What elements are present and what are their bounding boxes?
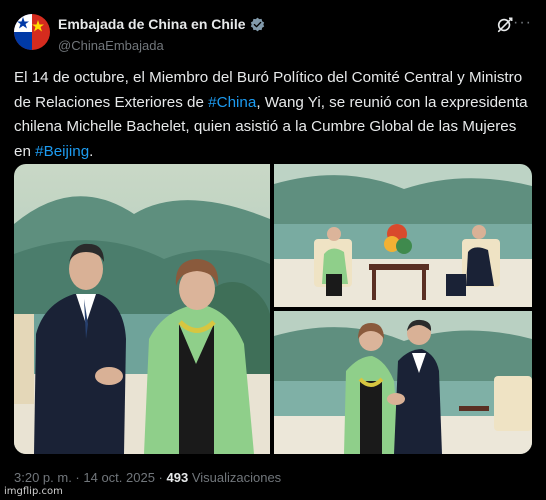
display-name-text: Embajada de China en Chile xyxy=(58,16,246,32)
tweet-date[interactable]: 14 oct. 2025 xyxy=(83,470,155,485)
views-label: Visualizaciones xyxy=(188,470,282,485)
grok-icon[interactable] xyxy=(496,16,514,34)
tweet-time[interactable]: 3:20 p. m. xyxy=(14,470,72,485)
photo-meeting-wide[interactable] xyxy=(274,164,532,307)
tweet-text-part3: . xyxy=(89,142,94,160)
meta-separator: · xyxy=(71,470,84,485)
tweet: Embajada de China en Chile @ChinaEmbajad… xyxy=(0,0,546,500)
verified-badge-icon xyxy=(250,17,264,31)
tweet-meta: 3:20 p. m. · 14 oct. 2025 · 493 Visualiz… xyxy=(14,470,281,485)
meta-separator: · xyxy=(154,470,167,485)
media-grid xyxy=(14,164,532,454)
tweet-header: Embajada de China en Chile @ChinaEmbajad… xyxy=(14,14,532,54)
more-options-icon[interactable]: ··· xyxy=(513,14,532,32)
hashtag-beijing[interactable]: #Beijing xyxy=(35,143,89,160)
photo-handshake[interactable] xyxy=(14,164,270,454)
avatar[interactable] xyxy=(14,14,50,50)
photo-handshake-close[interactable] xyxy=(274,311,532,454)
author-names: Embajada de China en Chile @ChinaEmbajad… xyxy=(58,16,265,53)
tweet-text: El 14 de octubre, el Miembro del Buró Po… xyxy=(14,66,534,164)
watermark: imgflip.com xyxy=(4,486,63,497)
hashtag-china[interactable]: #China xyxy=(208,94,256,111)
author-handle[interactable]: @ChinaEmbajada xyxy=(58,38,265,53)
views-count: 493 xyxy=(166,470,189,485)
author-display-name[interactable]: Embajada de China en Chile xyxy=(58,16,265,32)
